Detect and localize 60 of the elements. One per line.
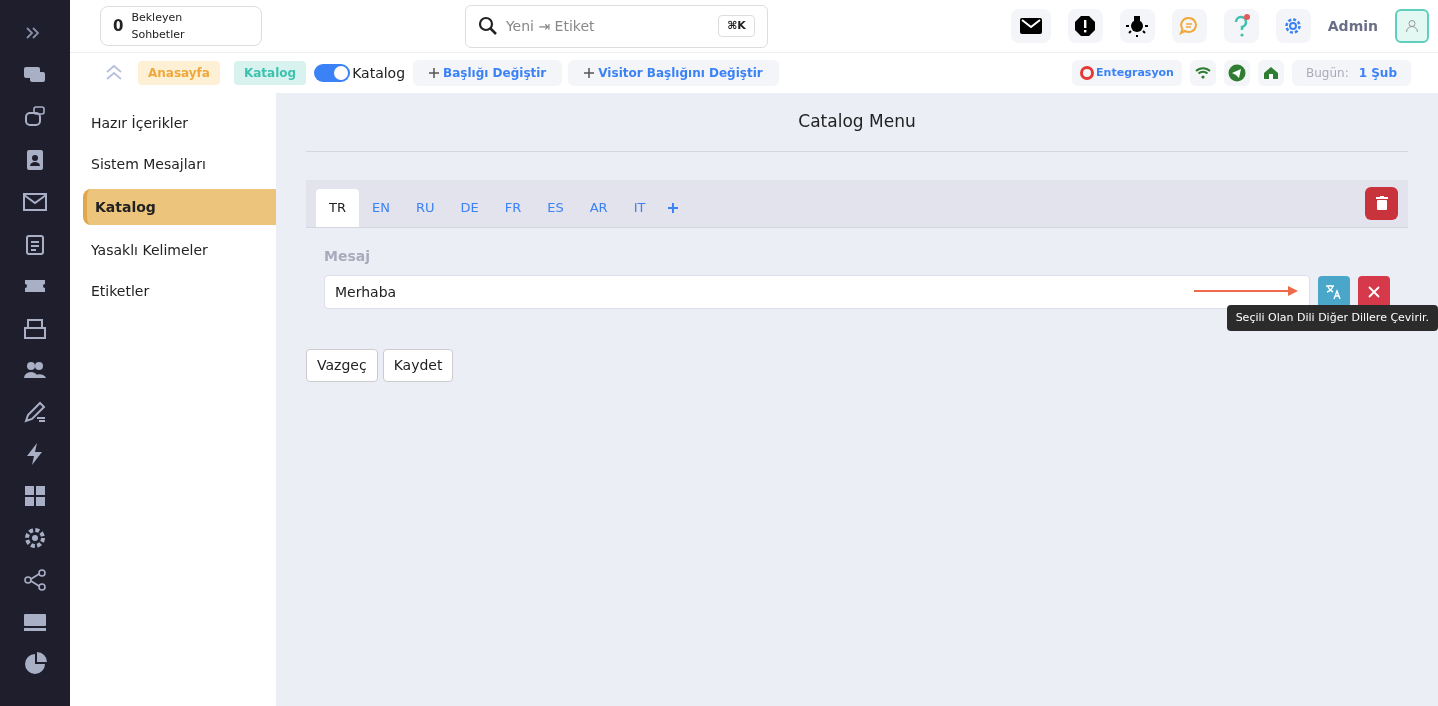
language-tab[interactable]: RU [402,188,448,227]
share-icon[interactable] [23,568,47,592]
menu-item[interactable]: Sistem Mesajları [83,148,276,180]
field-label: Mesaj [324,246,371,266]
language-tab[interactable]: ES [534,188,577,227]
page-title: Catalog Menu [306,109,1408,152]
language-tab[interactable]: FR [491,188,535,227]
change-title-button[interactable]: Başlığı Değiştir [413,60,563,86]
mail-icon[interactable] [1010,9,1051,43]
breadcrumb-link[interactable]: Katalog [233,61,307,85]
waiting-label: Bekleyen Sohbetler [131,10,186,43]
menu-item[interactable]: Hazır İçerikler [83,107,276,139]
language-tab[interactable]: TR [316,188,359,227]
arrow-icon [1194,284,1300,297]
translate-icon [1325,283,1343,300]
toggle-switch[interactable] [314,64,351,82]
language-tab[interactable]: DE [447,188,492,227]
search-field[interactable]: Yeni ⇥ Etiket [505,15,711,37]
house-icon[interactable] [1257,60,1284,86]
language-tab[interactable]: EN [359,188,403,227]
gear-icon[interactable] [23,526,47,550]
plus-icon [584,68,595,78]
language-tab[interactable]: AR [576,188,621,227]
search-icon [477,16,498,36]
message-field[interactable]: Merhaba [324,274,1310,309]
toggle-label: Katalog [352,63,406,83]
shortcut-key: ⌘K [718,14,755,38]
language-tab[interactable]: IT [620,188,659,227]
paper-plane-icon[interactable] [1223,60,1250,86]
translate-button[interactable] [1318,275,1350,308]
envelope-icon[interactable] [23,190,47,214]
grid-icon[interactable] [23,484,47,508]
pie-chart-icon[interactable] [23,652,47,676]
form-button[interactable]: Vazgeç [306,348,378,382]
integration-badge[interactable]: Entegrasyon [1072,60,1182,86]
form-button[interactable]: Kaydet [382,348,454,382]
user-name: Admin [1327,16,1378,36]
help-icon[interactable] [1223,9,1259,43]
lifebuoy-icon [1080,66,1095,80]
wifi-icon[interactable] [1189,60,1216,86]
clipboard-icon[interactable] [23,232,47,256]
add-language-icon[interactable] [668,202,679,213]
menu-item[interactable]: Etiketler [83,275,276,307]
waiting-count: 0 [113,15,124,37]
remove-button[interactable] [1358,275,1390,308]
alert-icon[interactable] [1067,9,1103,43]
menu-item[interactable]: Katalog [83,189,276,225]
settings-icon[interactable] [1275,9,1311,43]
lightbulb-icon[interactable] [1119,9,1155,43]
trash-icon [1375,196,1388,210]
breadcrumb-link[interactable]: Anasayfa [138,61,220,85]
close-icon [1368,285,1380,298]
date-badge: Bugün: 1 Şub [1291,60,1411,86]
delete-button[interactable] [1365,186,1398,220]
menu-item[interactable]: Yasaklı Kelimeler [83,234,276,266]
plus-icon [429,68,440,78]
change-title-button[interactable]: Visitor Başlığını Değiştir [568,60,779,86]
search-bar[interactable]: Yeni ⇥ Etiket ⌘K [464,4,768,48]
pencil-icon[interactable] [23,400,47,424]
tooltip: Seçili Olan Dili Diğer Dillere Çevirir. [1226,304,1438,331]
